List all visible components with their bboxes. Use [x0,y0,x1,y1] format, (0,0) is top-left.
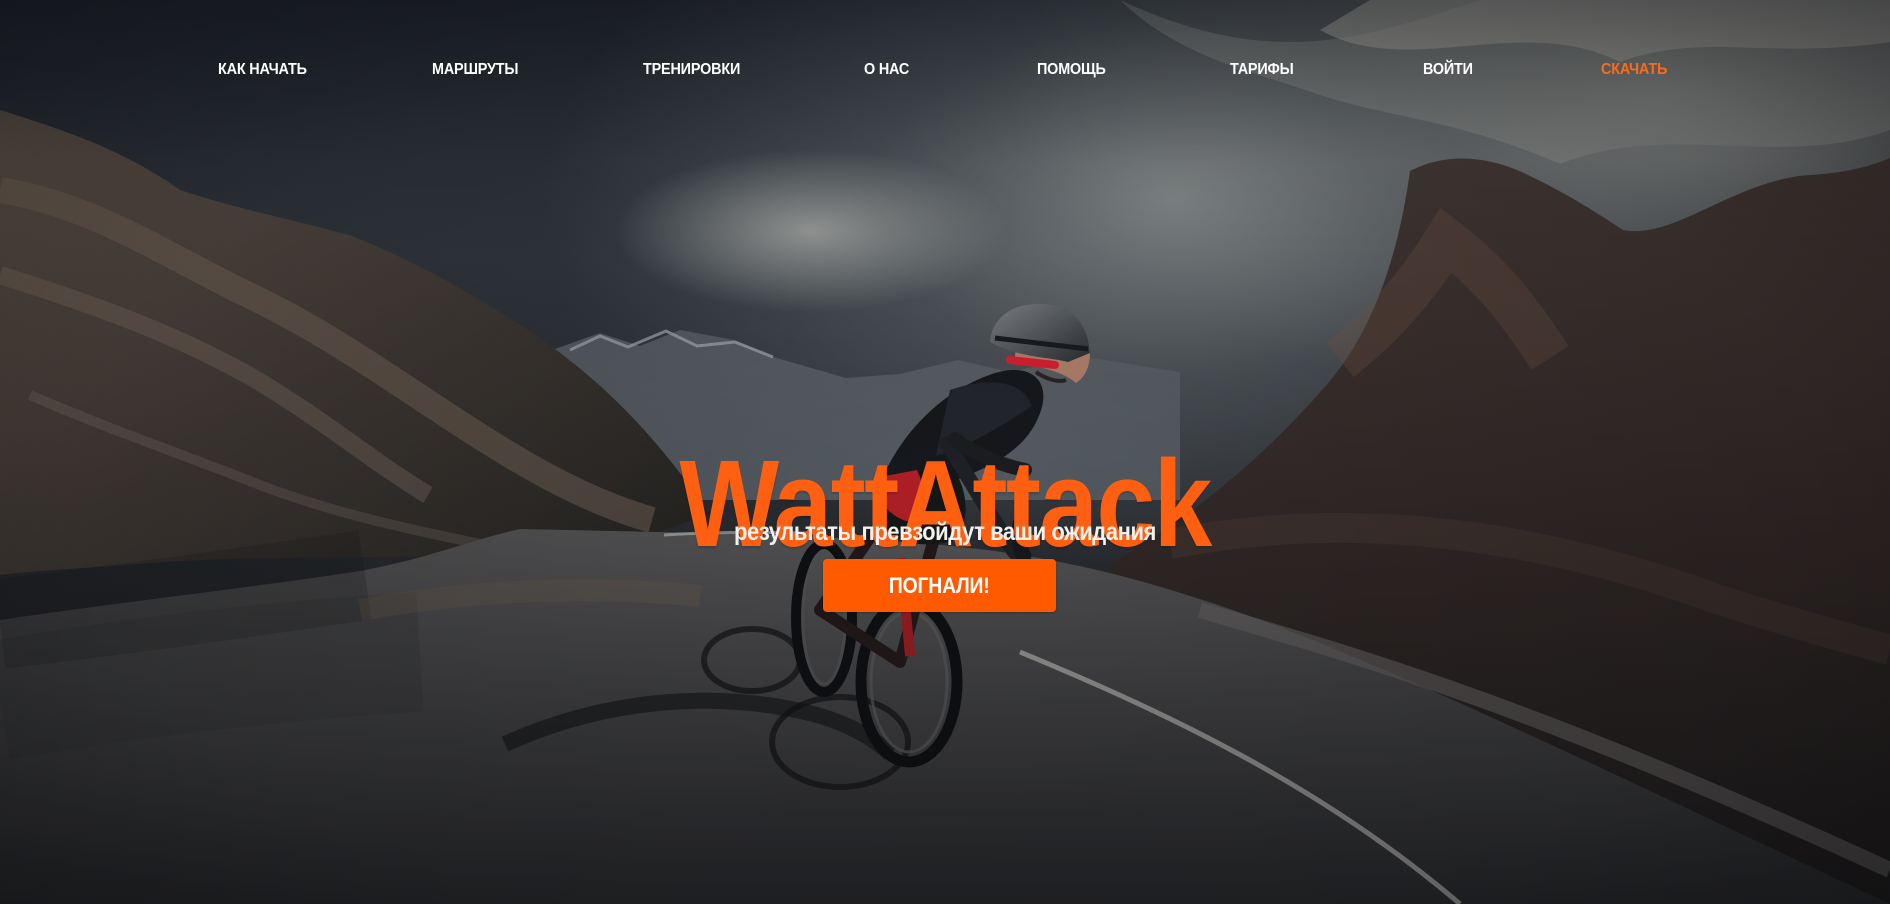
nav-link-routes[interactable]: МАРШРУТЫ [432,56,518,84]
nav-link-help[interactable]: ПОМОЩЬ [1037,56,1106,84]
nav-link-how-to-start[interactable]: КАК НАЧАТЬ [218,56,307,84]
top-navigation: КАК НАЧАТЬ МАРШРУТЫ ТРЕНИРОВКИ О НАС ПОМ… [0,56,1890,84]
nav-link-pricing[interactable]: ТАРИФЫ [1230,56,1294,84]
hero-subtitle: результаты превзойдут ваши ожидания [734,518,1156,546]
nav-link-about[interactable]: О НАС [864,56,909,84]
start-button-label: ПОГНАЛИ! [889,573,990,598]
nav-link-trainings[interactable]: ТРЕНИРОВКИ [643,56,740,84]
hero-section: КАК НАЧАТЬ МАРШРУТЫ ТРЕНИРОВКИ О НАС ПОМ… [0,0,1890,904]
nav-link-download[interactable]: СКАЧАТЬ [1601,56,1667,84]
brand-title: WattAttack [679,436,1212,574]
start-button[interactable]: ПОГНАЛИ! [823,559,1056,612]
nav-link-login[interactable]: ВОЙТИ [1423,56,1473,84]
